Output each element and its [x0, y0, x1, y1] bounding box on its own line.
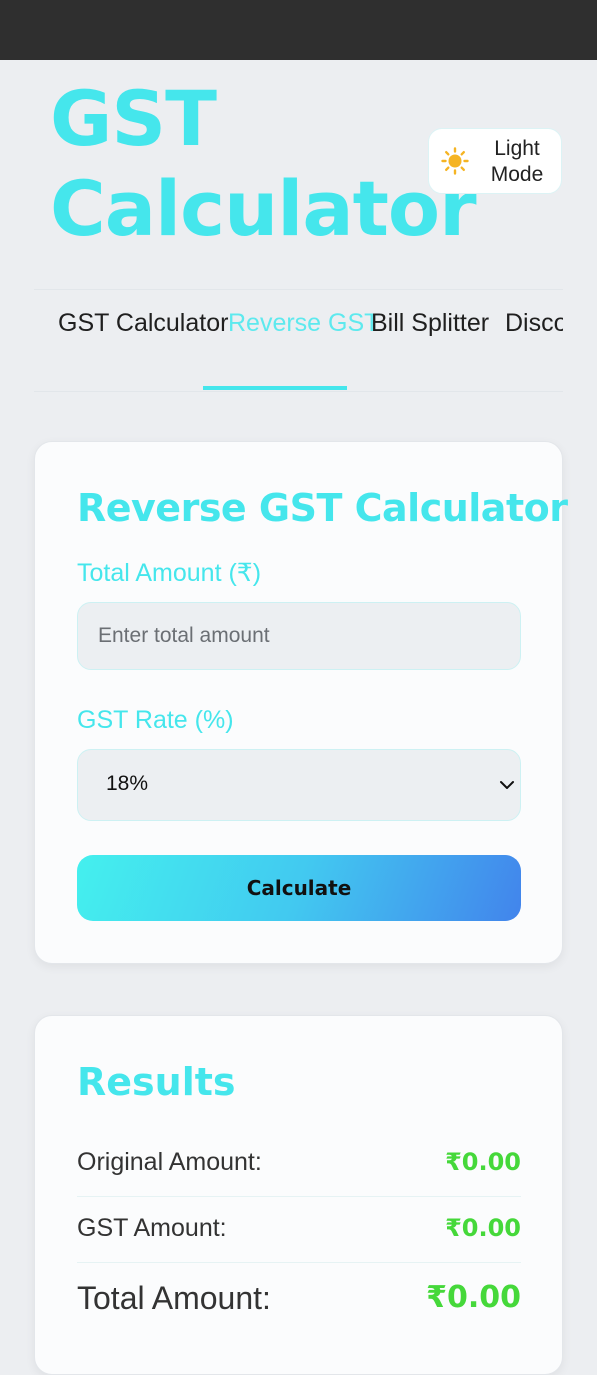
gst-rate-label: GST Rate (%) [77, 706, 234, 734]
theme-toggle-button[interactable]: Light Mode [428, 128, 562, 194]
theme-toggle-label: Light Mode [490, 137, 544, 186]
gst-rate-selected-value: 18% [106, 772, 149, 795]
result-value: ₹0.00 [426, 1280, 521, 1315]
calculate-button[interactable]: Calculate [77, 855, 521, 921]
gst-rate-select[interactable]: 18% [77, 749, 521, 821]
browser-top-bar [0, 0, 597, 60]
result-label: Original Amount: [77, 1148, 262, 1176]
calculator-tabs: GST Calculator Reverse GST Bill Splitter… [34, 289, 563, 392]
results-card: Results Original Amount: ₹0.00 GST Amoun… [34, 1015, 563, 1375]
result-value: ₹0.00 [445, 1214, 521, 1242]
result-row-original: Original Amount: ₹0.00 [77, 1146, 521, 1197]
result-row-total: Total Amount: ₹0.00 [77, 1278, 521, 1338]
results-title: Results [77, 1060, 236, 1104]
reverse-gst-card: Reverse GST Calculator Total Amount (₹) … [34, 441, 568, 964]
calculator-title: Reverse GST Calculator [77, 486, 568, 530]
tab-reverse-gst[interactable]: Reverse GST [203, 290, 379, 390]
app-header: GST Calculator Light Mode [0, 60, 597, 288]
tab-discount-calculator[interactable]: Discount Calculator [505, 290, 563, 390]
total-amount-label: Total Amount (₹) [77, 559, 262, 587]
result-row-gst: GST Amount: ₹0.00 [77, 1212, 521, 1263]
total-amount-input[interactable] [77, 602, 521, 670]
tab-gst-calculator[interactable]: GST Calculator [58, 290, 228, 390]
result-label: Total Amount: [77, 1280, 271, 1316]
sun-icon [441, 147, 469, 175]
result-label: GST Amount: [77, 1214, 227, 1242]
chevron-down-icon [500, 781, 514, 789]
tab-bill-splitter[interactable]: Bill Splitter [371, 290, 489, 390]
page-title: GST Calculator [50, 74, 477, 253]
result-value: ₹0.00 [445, 1148, 521, 1176]
